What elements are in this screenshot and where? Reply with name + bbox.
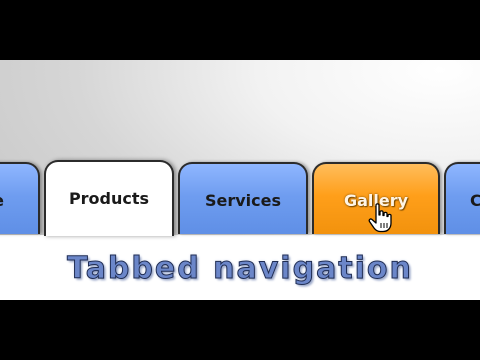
video-frame: e Products Services Gallery C Tabbed nav… [0, 0, 480, 360]
caption-title: Tabbed navigation [67, 251, 413, 286]
tab-services[interactable]: Services [178, 162, 308, 234]
tab-partial-left[interactable]: e [0, 162, 40, 234]
tabbed-navigation-demo: e Products Services Gallery C Tabbed nav… [0, 60, 480, 300]
tab-partial-right[interactable]: C [444, 162, 480, 234]
tab-bar: e Products Services Gallery C [0, 160, 480, 236]
tab-label: Services [204, 191, 282, 210]
tab-label: e [0, 164, 4, 238]
tab-products[interactable]: Products [44, 160, 174, 236]
tab-label: C [470, 191, 480, 210]
tab-label: Products [68, 189, 150, 208]
hand-pointer-icon [368, 203, 392, 233]
